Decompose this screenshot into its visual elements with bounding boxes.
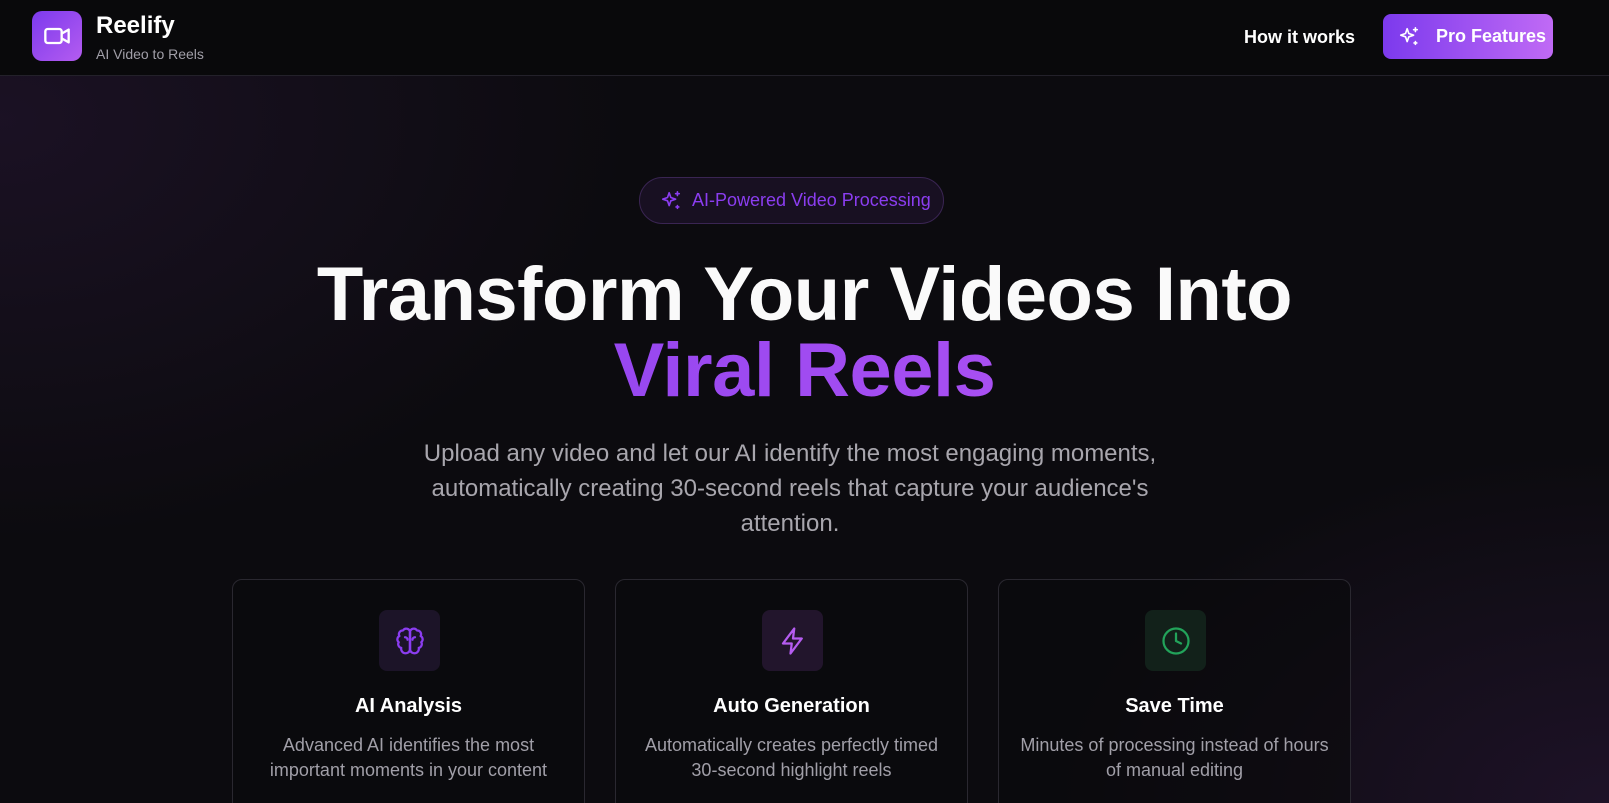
pro-features-button[interactable]: Pro Features [1383,14,1553,59]
feature-title: Auto Generation [713,695,870,717]
hero-title-line2: Viral Reels [0,333,1609,409]
badge-label: AI-Powered Video Processing [692,190,931,210]
brain-icon [395,627,424,654]
video-camera-icon [44,27,70,45]
feature-card-save-time: Save Time Minutes of processing instead … [998,579,1351,803]
ai-powered-badge: AI-Powered Video Processing [639,177,944,224]
feature-title: Save Time [1125,695,1224,717]
clock-icon [1161,626,1190,655]
sparkles-icon [661,190,681,209]
feature-description: Advanced AI identifies the most importan… [269,735,548,780]
feature-description: Minutes of processing instead of hours o… [1020,735,1329,780]
top-navbar: Reelify AI Video to Reels How it works P… [0,0,1609,76]
pro-features-label: Pro Features [1436,26,1547,46]
feature-description: Automatically creates perfectly timed 30… [644,735,939,780]
sparkles-icon [1399,26,1419,45]
hero-title-line1: Transform Your Videos Into [316,252,1293,337]
brand-name: Reelify [96,12,175,39]
feature-card-ai-analysis: AI Analysis Advanced AI identifies the m… [232,579,585,803]
hero-section: AI-Powered Video Processing Transform Yo… [0,0,1609,803]
brand-tagline: AI Video to Reels [96,46,204,62]
feature-title: AI Analysis [354,695,463,717]
nav-how-it-works[interactable]: How it works [1244,27,1355,48]
lightning-icon [781,626,803,655]
feature-card-auto-generation: Auto Generation Automatically creates pe… [615,579,968,803]
app-logo[interactable] [32,11,82,61]
hero-subtitle: Upload any video and let our AI identify… [423,440,1157,537]
